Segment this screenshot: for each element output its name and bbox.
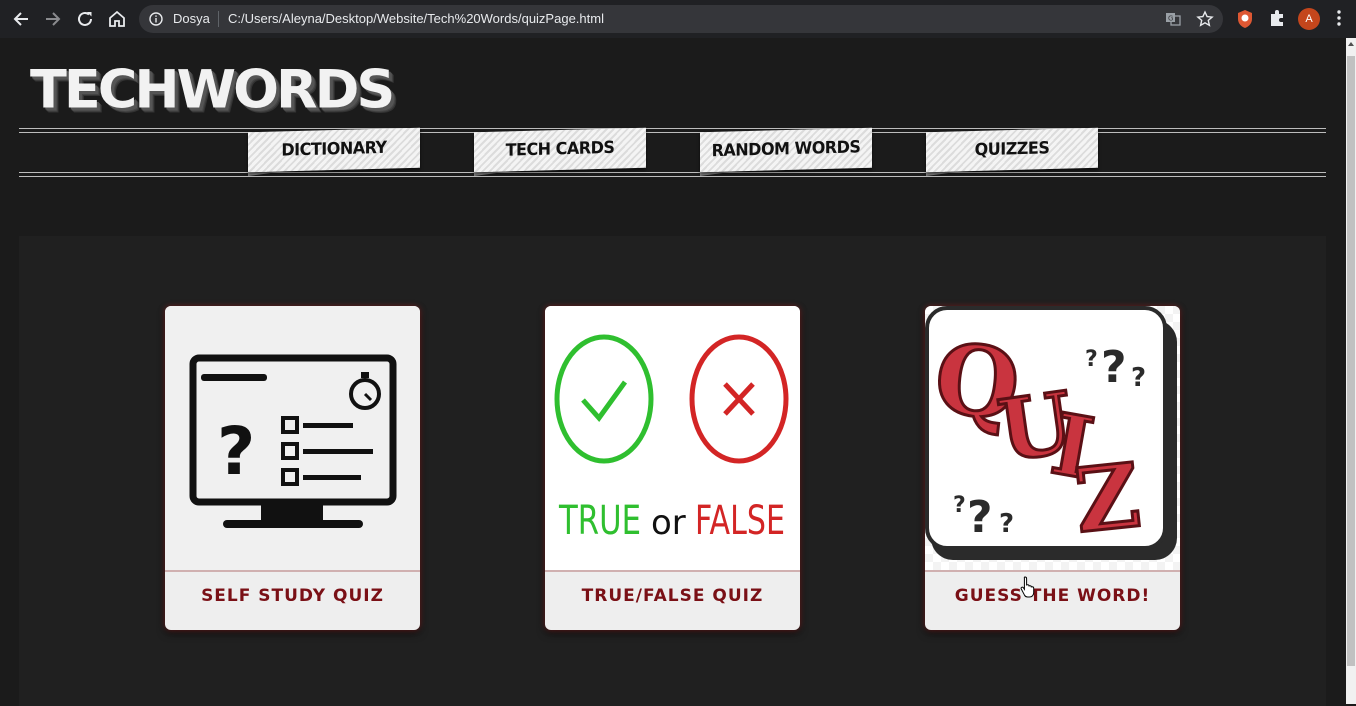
menu-dots-icon[interactable] xyxy=(1336,9,1342,32)
bookmark-star-icon[interactable] xyxy=(1196,10,1214,28)
home-icon[interactable] xyxy=(107,9,127,29)
info-icon[interactable] xyxy=(149,12,163,26)
quiz-card-self-study[interactable]: ? SELF STUDY QUIZ xyxy=(165,306,420,630)
scroll-up-arrow-icon[interactable] xyxy=(1348,42,1354,46)
card-divider xyxy=(165,570,420,572)
nav-tab-quizzes[interactable]: QUIZZES xyxy=(926,127,1098,176)
svg-text:Z: Z xyxy=(1070,443,1145,553)
browser-toolbar: Dosya C:/Users/Aleyna/Desktop/Website/Te… xyxy=(0,0,1356,38)
site-logo[interactable]: TECHWORDS xyxy=(30,60,395,120)
quiz-card-true-false[interactable]: TRUE or FALSE TRUE/FALSE QUIZ xyxy=(545,306,800,630)
svg-text:?: ? xyxy=(1085,347,1098,372)
or-text: or xyxy=(651,503,686,543)
profile-avatar[interactable]: A xyxy=(1298,8,1320,30)
true-false-icon: TRUE or FALSE xyxy=(545,306,800,571)
back-icon[interactable] xyxy=(11,9,31,29)
card-divider xyxy=(925,570,1180,572)
svg-text:?: ? xyxy=(999,509,1014,539)
scrollbar-thumb[interactable] xyxy=(1347,56,1355,666)
hand-pointer-icon xyxy=(1020,576,1036,598)
quiz-card-guess-word[interactable]: Q U I Z ? ? ? ? ? ? GUESS THE WORD! xyxy=(925,306,1180,630)
quiz-card-title: GUESS THE WORD! xyxy=(954,586,1151,606)
true-text: TRUE xyxy=(558,498,641,544)
nav-tab-dictionary[interactable]: DICTIONARY xyxy=(248,127,420,176)
main-nav: DICTIONARY TECH CARDS RANDOM WORDS QUIZZ… xyxy=(0,127,1346,184)
svg-text:?: ? xyxy=(967,492,993,543)
address-divider xyxy=(218,11,219,27)
page-scrollbar[interactable] xyxy=(1346,38,1356,704)
monitor-question-icon: ? xyxy=(165,306,420,571)
svg-text:?: ? xyxy=(1101,342,1127,393)
address-bar[interactable]: Dosya C:/Users/Aleyna/Desktop/Website/Te… xyxy=(139,5,1223,33)
false-text: FALSE xyxy=(695,498,785,544)
url-text[interactable]: C:/Users/Aleyna/Desktop/Website/Tech%20W… xyxy=(228,11,604,26)
reload-icon[interactable] xyxy=(75,9,95,29)
svg-text:?: ? xyxy=(217,413,255,490)
nav-tab-random-words[interactable]: RANDOM WORDS xyxy=(700,127,872,176)
nav-tab-tech-cards[interactable]: TECH CARDS xyxy=(474,127,646,176)
site-name: Dosya xyxy=(173,11,210,26)
quiz-letters-icon: Q U I Z ? ? ? ? ? ? xyxy=(925,306,1180,571)
translate-icon[interactable]: G xyxy=(1165,11,1181,27)
quiz-card-title: TRUE/FALSE QUIZ xyxy=(581,586,764,606)
svg-text:?: ? xyxy=(1131,363,1146,393)
svg-text:G: G xyxy=(1168,15,1173,23)
extension-shield-icon[interactable] xyxy=(1236,9,1254,34)
extensions-puzzle-icon[interactable] xyxy=(1268,9,1286,32)
svg-text:?: ? xyxy=(953,493,966,518)
quiz-card-title: SELF STUDY QUIZ xyxy=(201,586,384,606)
forward-icon[interactable] xyxy=(43,9,63,29)
card-divider xyxy=(545,570,800,572)
